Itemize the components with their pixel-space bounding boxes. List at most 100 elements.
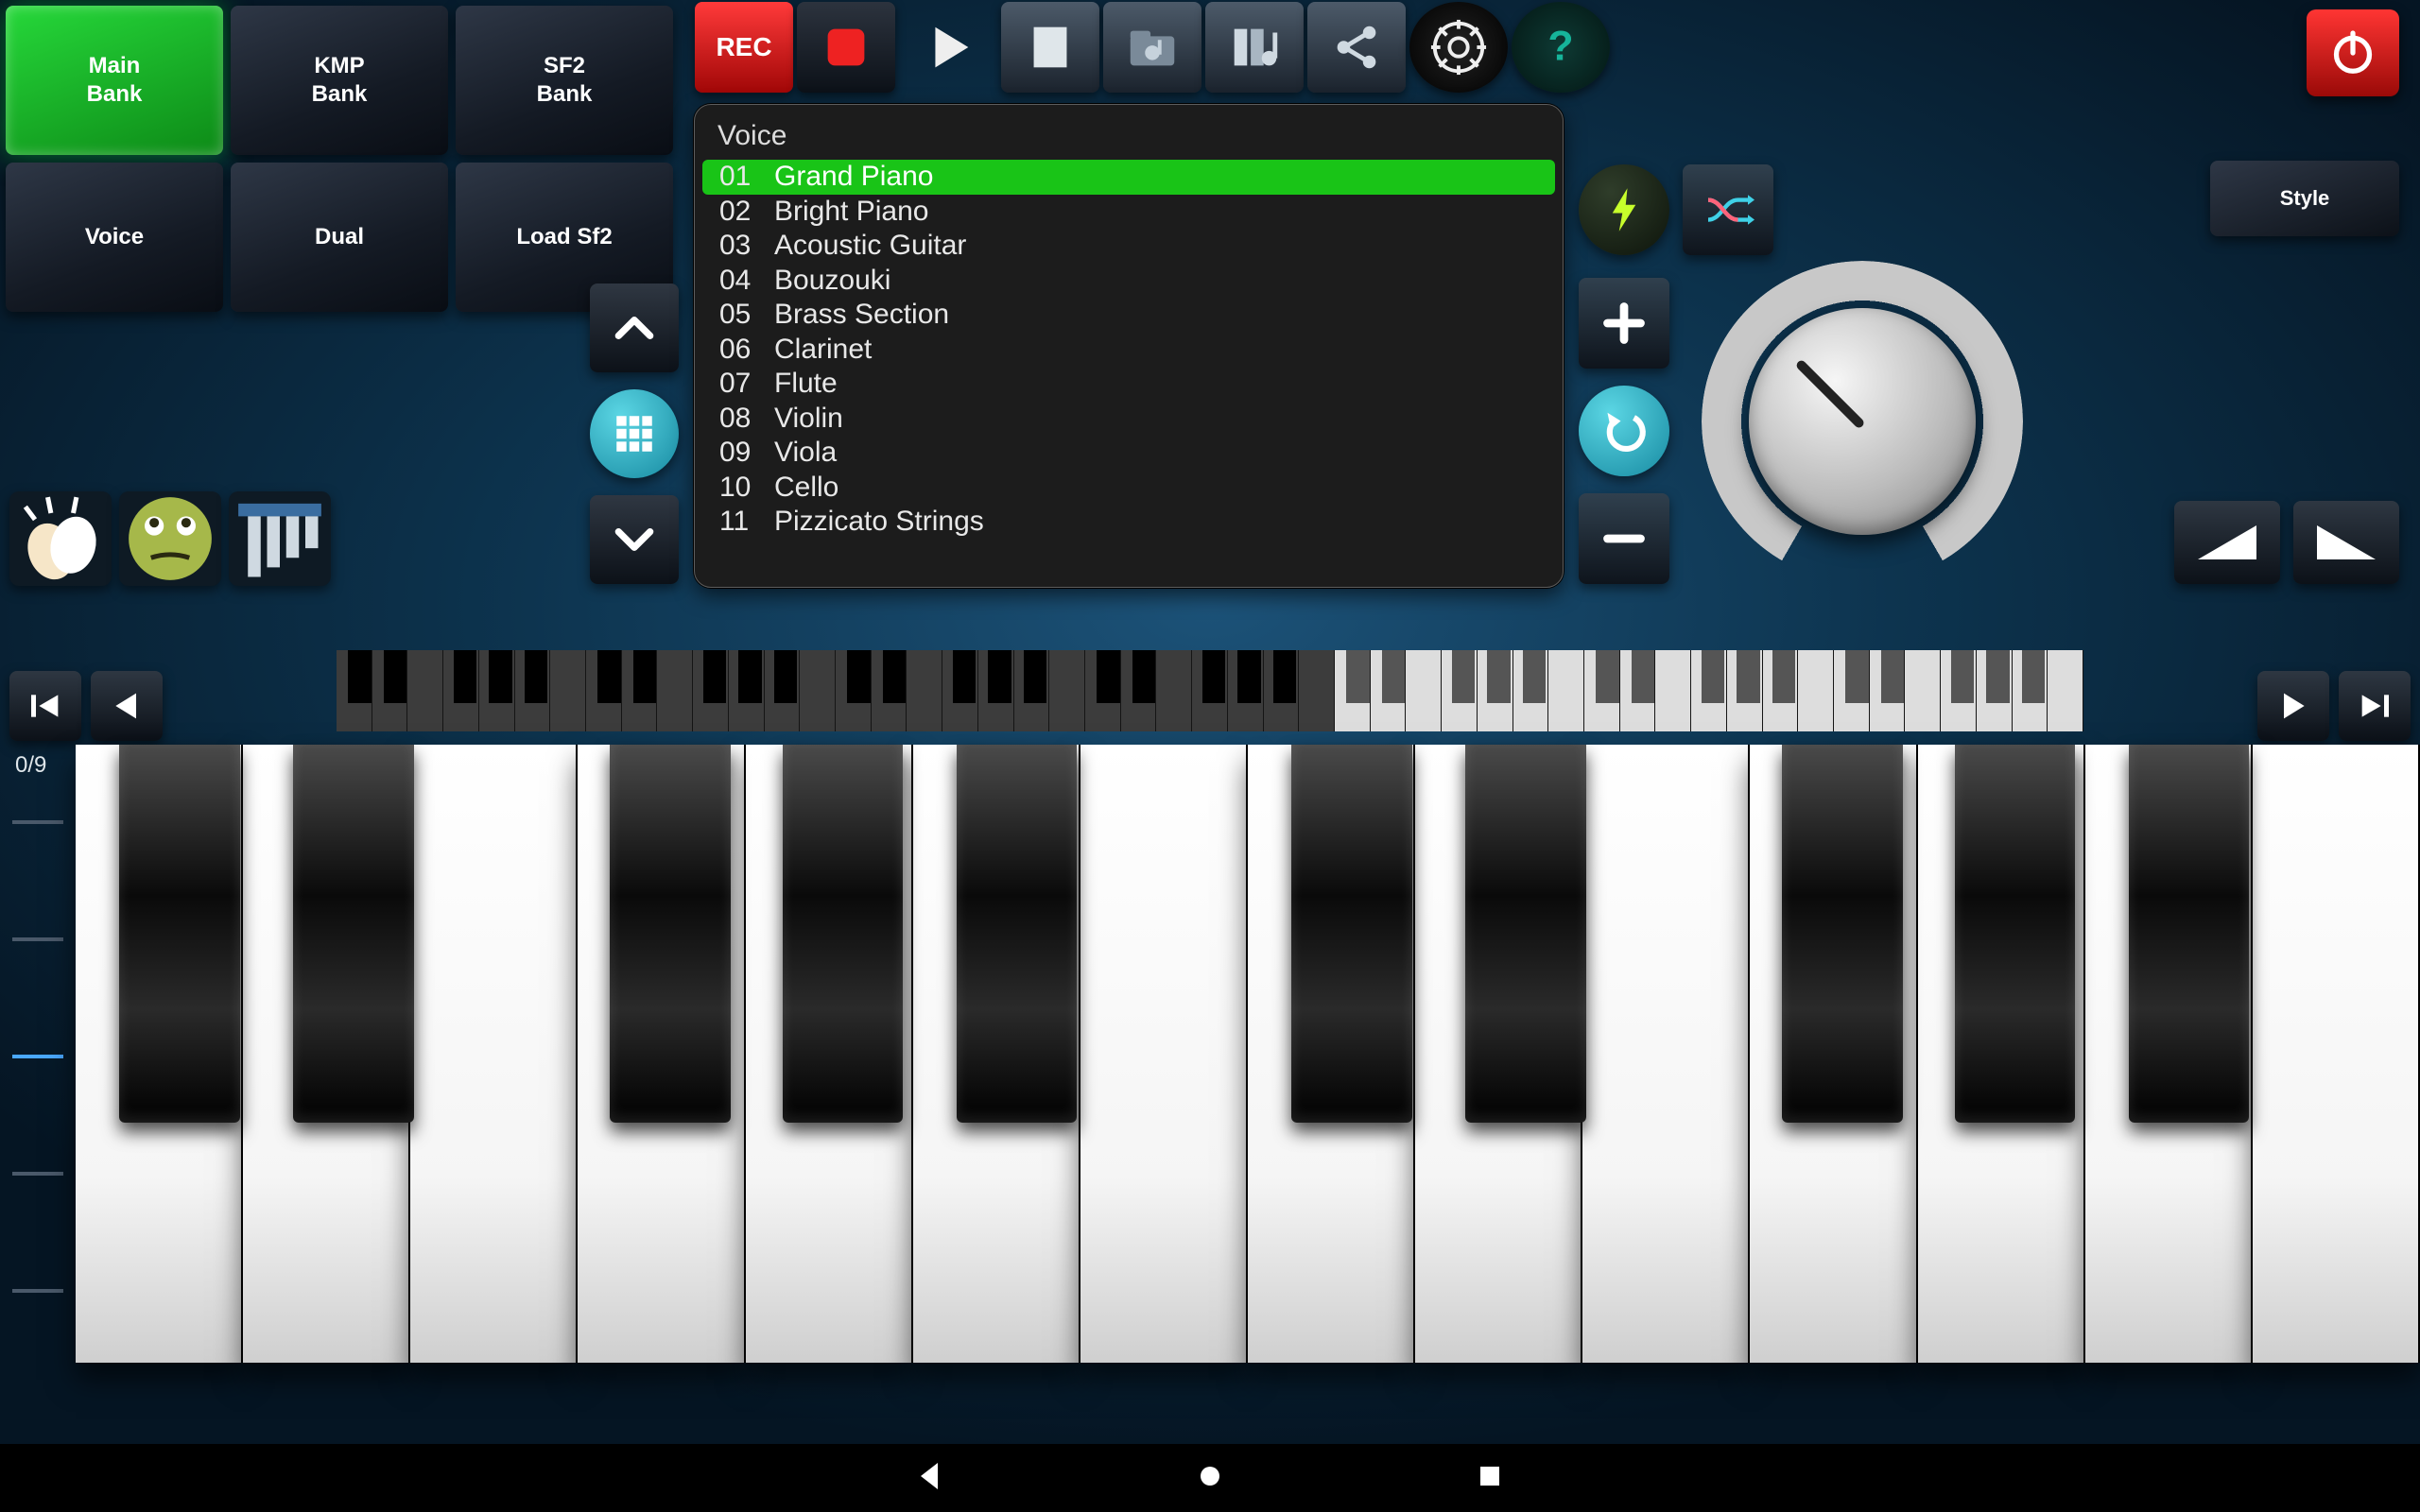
prev-icon [108, 687, 146, 725]
black-key[interactable] [119, 745, 240, 1123]
keyboard-controls-right [2257, 671, 2411, 741]
voice-grid-button[interactable] [590, 389, 679, 478]
voice-row[interactable]: 11Pizzicato Strings [702, 505, 1555, 540]
new-file-button[interactable] [1001, 2, 1099, 93]
chimes-icon [229, 488, 331, 590]
bank-kmp[interactable]: KMPBank [231, 6, 448, 155]
bank-main[interactable]: MainBank [6, 6, 223, 155]
voice-row[interactable]: 08Violin [702, 402, 1555, 437]
keyboard-position: 0/9 [15, 752, 46, 779]
nav-back[interactable] [913, 1459, 947, 1498]
nav-home[interactable] [1193, 1459, 1227, 1498]
style-label: Style [2280, 186, 2330, 211]
voice-num: 05 [719, 299, 774, 331]
power-button[interactable] [2307, 9, 2399, 96]
white-key[interactable] [1582, 745, 1750, 1363]
mini-octave [1584, 650, 1834, 731]
bank-label: KMPBank [312, 52, 368, 109]
voice-up-button[interactable] [590, 284, 679, 372]
voice-row[interactable]: 03Acoustic Guitar [702, 229, 1555, 264]
undo-icon [1598, 404, 1651, 457]
energy-button[interactable] [1579, 164, 1669, 255]
black-key[interactable] [783, 745, 904, 1123]
octave-first-button[interactable] [9, 671, 81, 741]
voice-list[interactable]: 01Grand Piano02Bright Piano03Acoustic Gu… [695, 160, 1563, 551]
stop-button[interactable] [797, 2, 895, 93]
play-button[interactable] [899, 2, 997, 93]
ramp-up-icon [2194, 522, 2260, 563]
chimes-button[interactable] [229, 491, 331, 586]
plus-button[interactable] [1579, 278, 1669, 369]
music-library-icon [1225, 18, 1284, 77]
settings-button[interactable] [1409, 2, 1508, 93]
black-key[interactable] [1291, 745, 1412, 1123]
voice-row[interactable]: 10Cello [702, 471, 1555, 506]
voice-name: Viola [774, 437, 837, 469]
lightning-icon [1598, 183, 1651, 236]
voice-row[interactable]: 04Bouzouki [702, 264, 1555, 299]
chevron-up-icon [611, 304, 658, 352]
voice-down-button[interactable] [590, 495, 679, 584]
white-key[interactable] [410, 745, 578, 1363]
voice-name: Acoustic Guitar [774, 230, 966, 262]
minus-button[interactable] [1579, 493, 1669, 584]
emoji-button[interactable] [119, 491, 221, 586]
plus-minus-column [1579, 278, 1669, 584]
voice-name: Cello [774, 472, 838, 504]
black-key[interactable] [610, 745, 731, 1123]
library-button[interactable] [1205, 2, 1304, 93]
nav-back-icon [913, 1459, 947, 1493]
nav-recent-icon [1473, 1459, 1507, 1493]
shuffle-button[interactable] [1683, 164, 1773, 255]
voice-name: Pizzicato Strings [774, 506, 984, 538]
voice-row[interactable]: 01Grand Piano [702, 160, 1555, 195]
black-key[interactable] [1465, 745, 1586, 1123]
black-key[interactable] [1782, 745, 1903, 1123]
octave-prev-button[interactable] [91, 671, 163, 741]
volume-knob[interactable] [1702, 261, 2023, 582]
ramp-down-button[interactable] [2293, 501, 2399, 584]
octave-last-button[interactable] [2339, 671, 2411, 741]
voice-name: Grand Piano [774, 161, 933, 193]
mini-octave [337, 650, 586, 731]
ramp-up-button[interactable] [2174, 501, 2280, 584]
mini-octave [586, 650, 836, 731]
voice-row[interactable]: 09Viola [702, 436, 1555, 471]
voice-num: 01 [719, 161, 774, 193]
bank-dual[interactable]: Dual [231, 163, 448, 312]
tick [12, 937, 63, 941]
ramp-buttons [2174, 501, 2399, 584]
voice-row[interactable]: 05Brass Section [702, 298, 1555, 333]
voice-row[interactable]: 02Bright Piano [702, 195, 1555, 230]
undo-button[interactable] [1579, 386, 1669, 476]
bank-sf2[interactable]: SF2Bank [456, 6, 673, 155]
white-key[interactable] [2253, 745, 2420, 1363]
black-key[interactable] [293, 745, 414, 1123]
record-button[interactable]: REC [695, 2, 793, 93]
share-button[interactable] [1307, 2, 1406, 93]
skip-back-icon [26, 687, 64, 725]
bank-voice[interactable]: Voice [6, 163, 223, 312]
clap-button[interactable] [9, 491, 112, 586]
main-keyboard[interactable] [76, 745, 2420, 1363]
mini-octave [836, 650, 1085, 731]
black-key[interactable] [957, 745, 1078, 1123]
octave-next-button[interactable] [2257, 671, 2329, 741]
white-key[interactable] [1080, 745, 1248, 1363]
black-key[interactable] [2129, 745, 2250, 1123]
nav-recent[interactable] [1473, 1459, 1507, 1498]
black-key[interactable] [1955, 745, 2076, 1123]
voice-row[interactable]: 07Flute [702, 367, 1555, 402]
help-button[interactable]: ? [1512, 2, 1610, 93]
open-folder-button[interactable] [1103, 2, 1201, 93]
folder-music-icon [1123, 18, 1182, 77]
tick-active [12, 1055, 63, 1058]
voice-num: 09 [719, 437, 774, 469]
voice-row[interactable]: 06Clarinet [702, 333, 1555, 368]
mini-keyboard[interactable] [337, 650, 2083, 731]
voice-num: 07 [719, 368, 774, 400]
file-icon [1021, 18, 1080, 77]
style-button[interactable]: Style [2210, 161, 2399, 236]
knob-dial [1749, 308, 1976, 535]
velocity-ticks[interactable] [0, 792, 76, 1321]
